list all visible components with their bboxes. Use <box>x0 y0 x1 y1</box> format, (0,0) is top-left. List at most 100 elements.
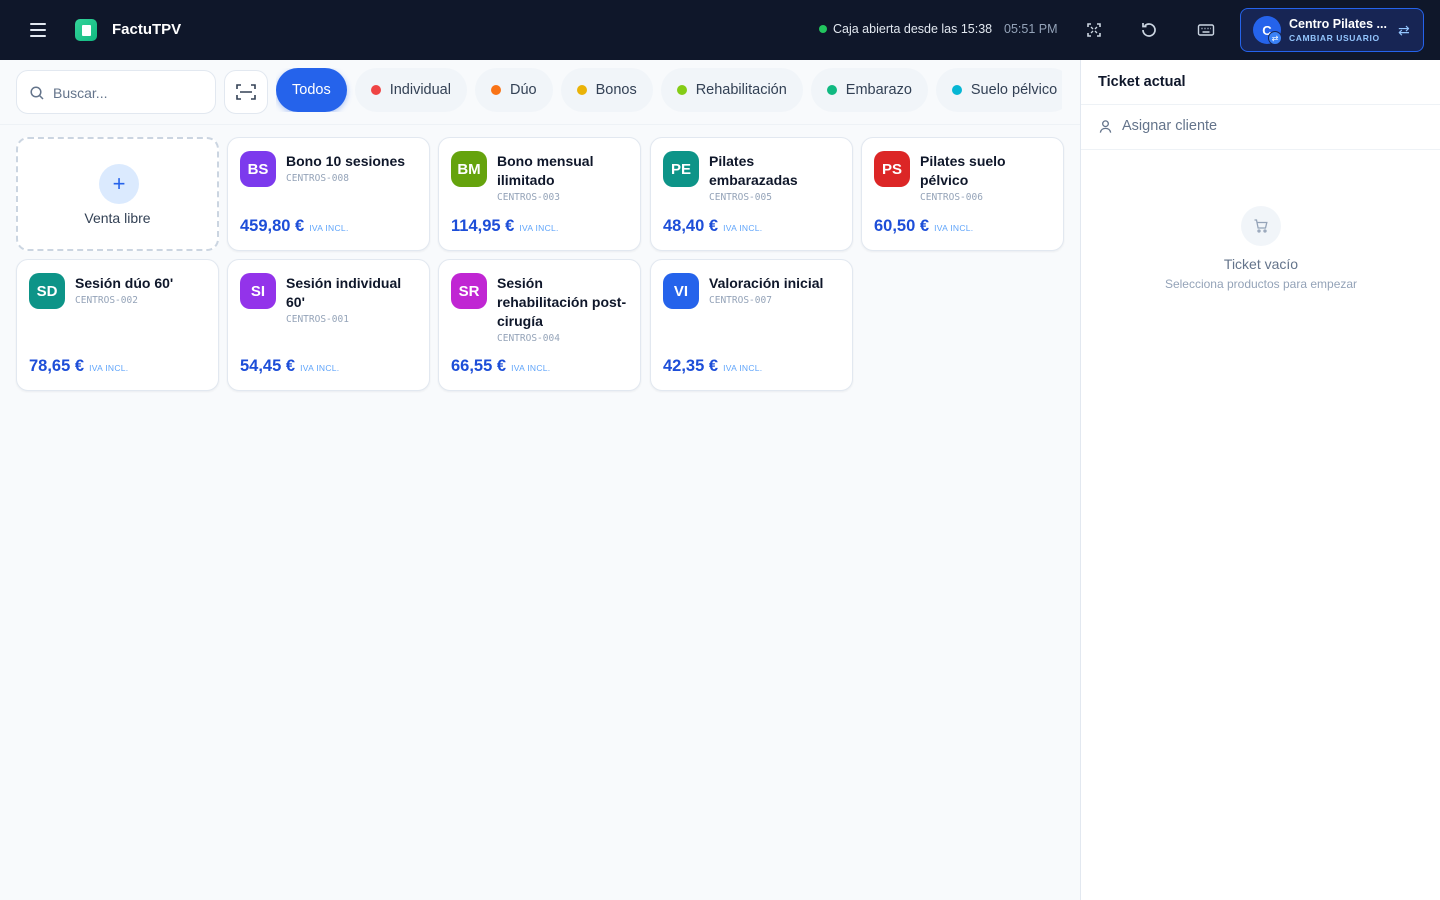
barcode-scan-button[interactable] <box>224 70 268 114</box>
product-card[interactable]: PE Pilates embarazadas CENTROS-005 48,40 € I… <box>650 137 853 251</box>
product-sku: CENTROS-007 <box>709 295 772 306</box>
product-initials-badge: SR <box>451 273 487 309</box>
category-dot-icon <box>576 85 587 95</box>
category-chip[interactable]: Embarazo <box>810 68 928 112</box>
product-sku: CENTROS-005 <box>709 192 772 203</box>
category-label: Individual <box>389 82 451 98</box>
category-chip[interactable]: Suelo pélvico <box>935 68 1062 112</box>
category-dot-icon <box>676 85 687 95</box>
product-price-block: 66,55 € IVA INCL. <box>451 357 550 376</box>
product-sku: CENTROS-003 <box>497 192 560 203</box>
product-card[interactable]: BM Bono mensual ilimitado CENTROS-003 114,9… <box>438 137 641 251</box>
swap-icon: ⇄ <box>1398 22 1410 38</box>
assign-client-label: Asignar cliente <box>1122 118 1218 134</box>
search-icon <box>30 86 44 100</box>
product-initials-badge: SD <box>29 273 65 309</box>
category-chip[interactable]: Individual <box>354 68 467 112</box>
tax-label: IVA INCL. <box>309 223 349 233</box>
category-dot-icon <box>826 85 837 95</box>
product-card[interactable]: PS Pilates suelo pélvico CENTROS-006 60,50 … <box>861 137 1064 251</box>
ticket-panel: Ticket actual Asignar cliente Ticket vac… <box>1080 60 1440 900</box>
product-initials-badge: BS <box>240 151 276 187</box>
search-input[interactable] <box>53 81 203 105</box>
product-name-block: Valoración inicial CENTROS-007 <box>709 274 844 308</box>
assign-client-button[interactable]: Asignar cliente <box>1098 118 1217 134</box>
category-label: Embarazo <box>845 82 912 98</box>
product-sku: CENTROS-002 <box>75 295 138 306</box>
product-name-block: Bono 10 sesiones CENTROS-008 <box>286 152 421 186</box>
product-card[interactable]: BS Bono 10 sesiones CENTROS-008 459,80 € IVA… <box>227 137 430 251</box>
product-name-block: Pilates suelo pélvico CENTROS-006 <box>920 152 1055 205</box>
product-sku: CENTROS-006 <box>920 192 983 203</box>
category-chip[interactable]: Todos <box>276 68 347 112</box>
product-sku: CENTROS-008 <box>286 173 349 184</box>
category-chip[interactable]: Dúo <box>474 68 553 112</box>
product-price: 48,40 € <box>663 217 719 235</box>
product-initials-badge: VI <box>663 273 699 309</box>
register-status-text: Caja abierta desde las 15:38 <box>833 22 993 36</box>
swap-badge-icon: ⇄ <box>1268 31 1282 45</box>
tax-label: IVA INCL. <box>723 223 763 233</box>
product-initials-badge: BM <box>451 151 487 187</box>
product-price-block: 114,95 € IVA INCL. <box>451 217 559 236</box>
category-label: Dúo <box>509 82 537 98</box>
app-title: FactuTPV <box>112 21 182 38</box>
product-price-block: 48,40 € IVA INCL. <box>663 217 762 236</box>
empty-ticket-subtitle: Selecciona productos para empezar <box>1164 277 1358 291</box>
product-initials-badge: SI <box>240 273 276 309</box>
fullscreen-icon[interactable] <box>1082 18 1106 42</box>
category-label: Rehabilitación <box>695 82 787 98</box>
category-chip[interactable]: Rehabilitación <box>660 68 803 112</box>
product-card[interactable]: SR Sesión rehabilitación post-cirugía CENT… <box>438 259 641 391</box>
ticket-title: Ticket actual <box>1098 74 1186 90</box>
category-filters: Todos Individual Dúo Bonos Rehabilitación Emb… <box>276 68 1062 112</box>
product-name-block: Sesión individual 60' CENTROS-001 <box>286 274 421 327</box>
category-label: Suelo pélvico <box>970 82 1058 98</box>
product-name-block: Sesión rehabilitación post-cirugía CENTRO… <box>497 274 632 346</box>
category-label: Todos <box>292 82 331 98</box>
product-card[interactable]: VI Valoración inicial CENTROS-007 42,35 € IV… <box>650 259 853 391</box>
user-switcher[interactable]: C ⇄ Centro Pilates ... CAMBIAR USUARIO ⇄ <box>1240 8 1424 52</box>
product-sku: CENTROS-001 <box>286 314 349 325</box>
menu-icon[interactable] <box>26 18 50 42</box>
product-name: Sesión dúo 60' <box>75 275 174 291</box>
product-name: Sesión individual 60' <box>286 275 402 310</box>
product-name-block: Pilates embarazadas CENTROS-005 <box>709 152 844 205</box>
product-price-block: 42,35 € IVA INCL. <box>663 357 762 376</box>
divider <box>0 124 1080 125</box>
user-name: Centro Pilates ... <box>1289 17 1387 31</box>
clock: 05:51 PM <box>1004 22 1058 36</box>
status-dot-icon <box>819 25 827 33</box>
product-card[interactable]: SI Sesión individual 60' CENTROS-001 54,45 … <box>227 259 430 391</box>
free-sale-card[interactable]: + Venta libre <box>16 137 219 251</box>
user-icon <box>1099 119 1112 133</box>
scan-icon <box>236 84 256 100</box>
free-sale-label: Venta libre <box>84 210 151 226</box>
logo-icon <box>75 19 97 41</box>
product-initials-badge: PS <box>874 151 910 187</box>
product-name-block: Bono mensual ilimitado CENTROS-003 <box>497 152 632 205</box>
product-name-block: Sesión dúo 60' CENTROS-002 <box>75 274 210 308</box>
product-card[interactable]: SD Sesión dúo 60' CENTROS-002 78,65 € IVA IN… <box>16 259 219 391</box>
divider <box>1081 104 1440 105</box>
refresh-icon[interactable] <box>1137 18 1161 42</box>
tax-label: IVA INCL. <box>300 363 340 373</box>
product-name: Bono mensual ilimitado <box>497 153 594 188</box>
switch-user-label: CAMBIAR USUARIO <box>1289 33 1380 43</box>
divider <box>1081 149 1440 150</box>
tax-label: IVA INCL. <box>511 363 551 373</box>
tax-label: IVA INCL. <box>89 363 129 373</box>
category-dot-icon <box>951 85 962 95</box>
product-price: 42,35 € <box>663 357 719 375</box>
cart-icon <box>1241 206 1281 246</box>
product-name: Pilates suelo pélvico <box>920 153 1006 188</box>
product-name: Pilates embarazadas <box>709 153 798 188</box>
keyboard-icon[interactable] <box>1194 18 1218 42</box>
category-chip[interactable]: Bonos <box>560 68 653 112</box>
product-sku: CENTROS-004 <box>497 333 560 344</box>
tax-label: IVA INCL. <box>934 223 974 233</box>
category-dot-icon <box>490 85 501 95</box>
product-price: 66,55 € <box>451 357 507 375</box>
product-name: Bono 10 sesiones <box>286 153 406 169</box>
product-name: Sesión rehabilitación post-cirugía <box>497 275 627 329</box>
